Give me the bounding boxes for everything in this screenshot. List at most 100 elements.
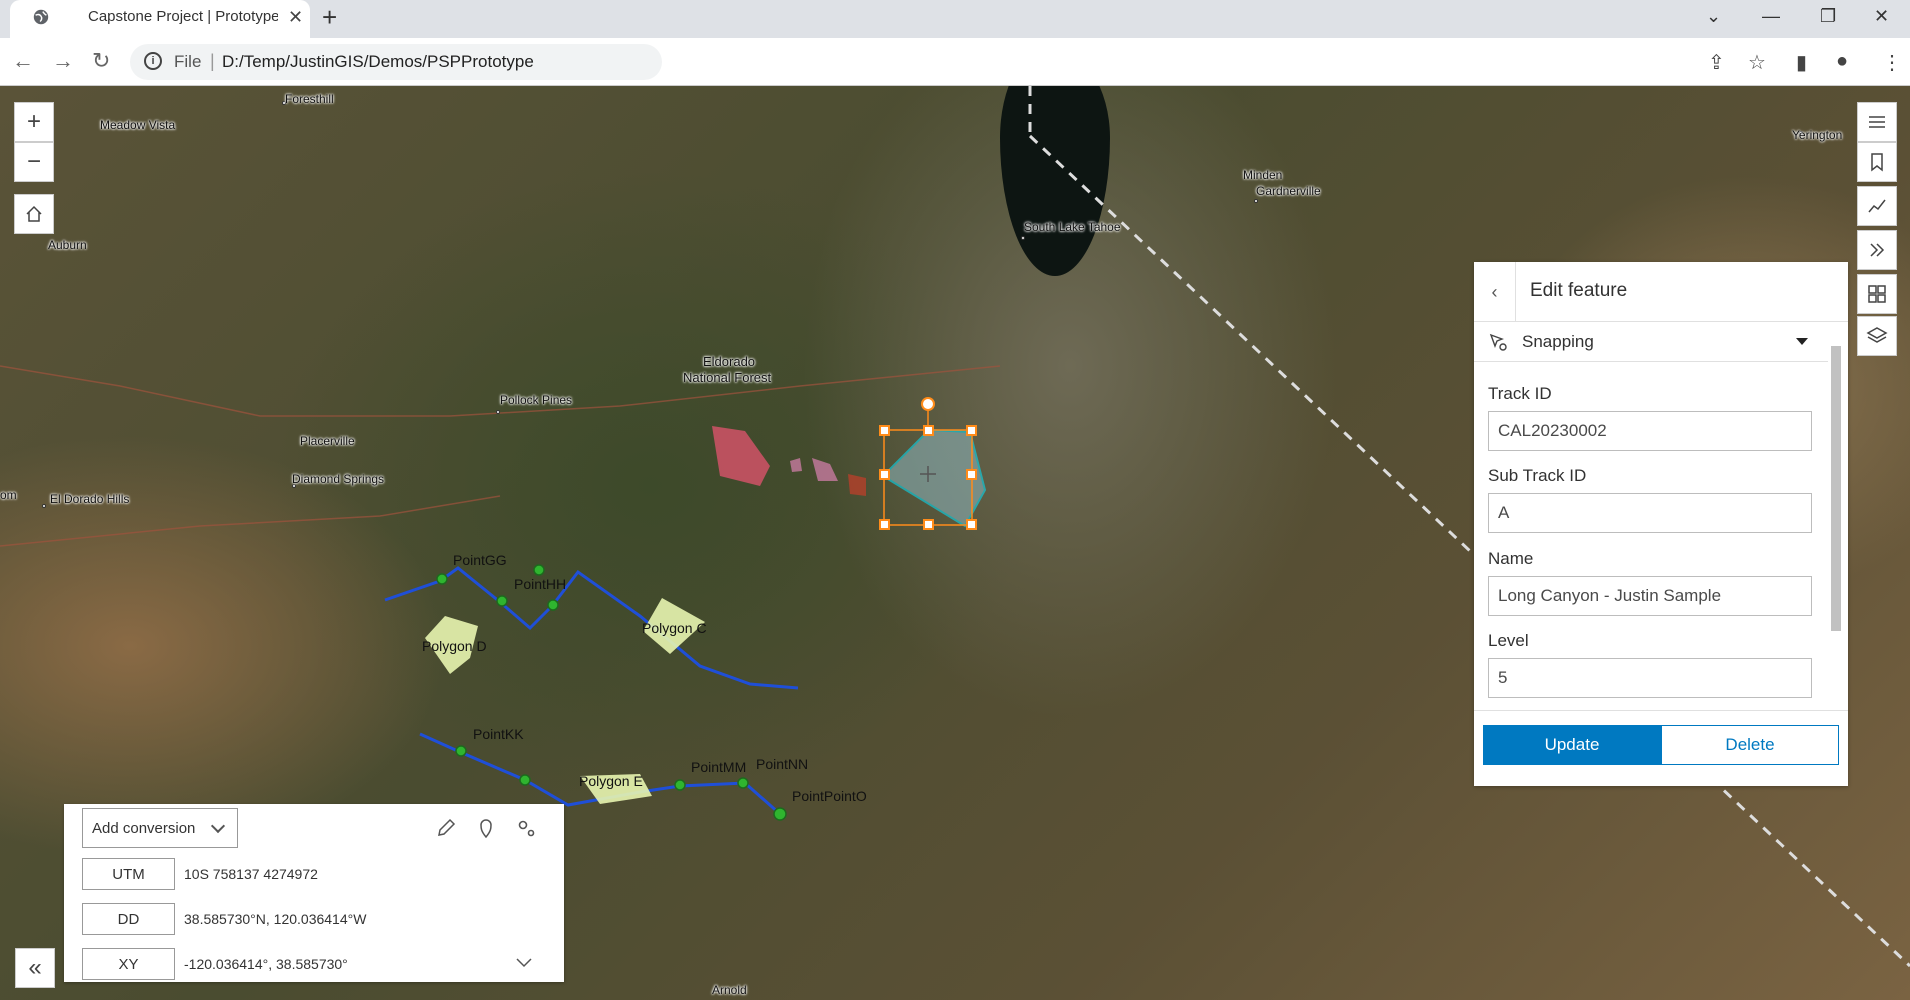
caret-down-icon	[1796, 338, 1808, 345]
star-icon[interactable]: ☆	[1748, 50, 1766, 75]
zoom-in-button[interactable]: +	[14, 102, 54, 142]
place-dot	[1254, 199, 1258, 203]
panel-header: ‹ Edit feature	[1474, 262, 1848, 322]
feature-label: Polygon D	[422, 638, 487, 654]
tab-title: Capstone Project | Prototype	[88, 8, 278, 25]
elevation-profile-button[interactable]	[1857, 186, 1897, 226]
delete-button[interactable]: Delete	[1661, 725, 1839, 765]
dd-format-button[interactable]: DD	[82, 903, 175, 935]
double-chevron-left-icon: «	[28, 954, 42, 981]
menu-icon[interactable]: ⋮	[1882, 50, 1902, 75]
expand-button[interactable]	[1857, 230, 1897, 270]
settings-icon[interactable]	[514, 816, 538, 840]
minimize-icon[interactable]: —	[1762, 6, 1780, 27]
restore-icon[interactable]: ❐	[1820, 6, 1836, 27]
sub-track-id-label: Sub Track ID	[1488, 466, 1587, 485]
place-label: El Dorado Hills	[50, 492, 130, 506]
level-input[interactable]: 5	[1488, 658, 1812, 698]
coordinate-conversion-panel: Add conversion UTM 10S 758137 4274972 DD…	[64, 804, 564, 982]
browser-tab-strip: Capstone Project | Prototype ✕ + ⌄ — ❐ ✕	[0, 0, 1910, 38]
info-icon[interactable]: i	[144, 52, 162, 70]
snapping-icon	[1489, 333, 1507, 351]
pencil-icon[interactable]	[434, 816, 458, 840]
address-bar: ← → ↻ i File | D:/Temp/JustinGIS/Demos/P…	[0, 38, 1910, 86]
share-icon[interactable]: ⇪	[1708, 50, 1725, 75]
place-label: Placerville	[300, 434, 355, 448]
chevron-down-icon[interactable]: ⌄	[1706, 6, 1721, 27]
line-chart-icon	[1868, 199, 1886, 213]
url-text: D:/Temp/JustinGIS/Demos/PSPPrototype	[222, 52, 534, 71]
place-label: National Forest	[683, 370, 772, 385]
list-icon	[1869, 116, 1885, 128]
browser-tab[interactable]: Capstone Project | Prototype ✕	[10, 0, 310, 38]
reload-icon[interactable]: ↻	[92, 48, 110, 74]
utm-format-button[interactable]: UTM	[82, 858, 175, 890]
update-button[interactable]: Update	[1483, 725, 1661, 765]
place-dot	[496, 410, 500, 414]
level-label: Level	[1488, 631, 1529, 650]
back-button[interactable]: ‹	[1474, 262, 1516, 322]
place-label: South Lake Tahoe	[1024, 220, 1121, 234]
feature-label: PointGG	[453, 552, 507, 568]
window-close-icon[interactable]: ✕	[1874, 6, 1889, 27]
chevron-down-icon[interactable]	[514, 956, 534, 970]
place-label: Meadow Vista	[100, 118, 176, 132]
chevron-down-icon	[210, 818, 226, 834]
url-input[interactable]: i File | D:/Temp/JustinGIS/Demos/PSPProt…	[130, 44, 662, 80]
place-label: Pollock Pines	[500, 393, 573, 407]
bookmark-icon	[1871, 153, 1883, 172]
new-tab-icon[interactable]: +	[322, 2, 337, 33]
minus-icon: −	[26, 148, 41, 175]
zoom-out-button[interactable]: −	[14, 142, 54, 182]
place-label: Auburn	[48, 238, 87, 252]
place-dot	[1021, 236, 1025, 240]
sub-track-id-input[interactable]: A	[1488, 493, 1812, 533]
place-label: om	[0, 488, 17, 502]
place-dot	[42, 504, 46, 508]
panel-title: Edit feature	[1530, 280, 1628, 301]
add-conversion-label: Add conversion	[92, 819, 196, 837]
layer-list-button[interactable]	[1857, 102, 1897, 142]
feature-label: PointNN	[756, 756, 809, 772]
panel-scrollbar[interactable]	[1828, 326, 1842, 710]
place-label: Arnold	[712, 983, 747, 997]
name-input[interactable]: Long Canyon - Justin Sample	[1488, 576, 1812, 616]
place-label: Yerington	[1792, 128, 1843, 142]
place-label: Eldorado	[703, 354, 756, 369]
place-label: Minden	[1243, 168, 1283, 182]
place-label: Gardnerville	[1256, 184, 1321, 198]
feature-label: PointKK	[473, 726, 524, 742]
close-icon[interactable]: ✕	[288, 7, 303, 28]
grid-icon	[1868, 285, 1886, 303]
track-id-input[interactable]: CAL20230002	[1488, 411, 1812, 451]
map-pin-icon[interactable]	[474, 816, 498, 840]
track-id-label: Track ID	[1488, 384, 1552, 403]
profile-icon[interactable]: ●	[1836, 50, 1848, 73]
layers-icon	[1866, 327, 1888, 343]
home-button[interactable]	[14, 194, 54, 234]
panel-footer: Update Delete	[1474, 710, 1848, 786]
forward-arrow-icon[interactable]: →	[52, 48, 74, 74]
add-conversion-select[interactable]: Add conversion	[82, 808, 238, 848]
globe-icon	[33, 9, 49, 25]
snapping-toggle[interactable]: Snapping	[1474, 322, 1828, 362]
basemap-gallery-button[interactable]	[1857, 274, 1897, 314]
edit-feature-panel: ‹ Edit feature Snapping Track ID CAL2023…	[1474, 262, 1848, 786]
side-panel-icon[interactable]: ▮	[1796, 50, 1807, 75]
double-chevron-right-icon	[1870, 243, 1885, 257]
feature-label: PointPointO	[792, 788, 867, 804]
polygon-red	[712, 426, 770, 486]
layers-button[interactable]	[1857, 316, 1897, 356]
xy-value: -120.036414°, 38.585730°	[184, 956, 348, 972]
bookmarks-button[interactable]	[1857, 142, 1897, 182]
scrollbar-thumb[interactable]	[1831, 346, 1841, 631]
xy-format-button[interactable]: XY	[82, 948, 175, 980]
feature-label: PointMM	[691, 759, 747, 775]
back-arrow-icon[interactable]: ←	[12, 48, 34, 74]
collapse-panel-button[interactable]: «	[15, 948, 55, 988]
url-separator: |	[210, 51, 215, 71]
name-label: Name	[1488, 549, 1534, 568]
feature-label: Polygon E	[579, 773, 643, 789]
snapping-label: Snapping	[1522, 332, 1594, 351]
home-icon	[26, 205, 42, 222]
